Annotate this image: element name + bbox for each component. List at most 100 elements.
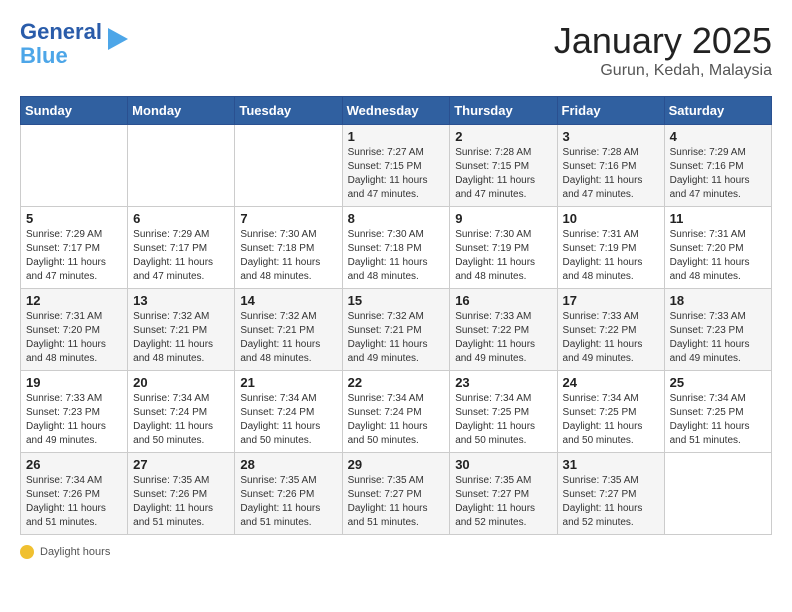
calendar-cell: 9 Sunrise: 7:30 AM Sunset: 7:19 PM Daylig… [450,207,557,289]
day-info: Sunrise: 7:29 AM Sunset: 7:16 PM Dayligh… [670,146,766,202]
calendar-cell: 1Sunrise: 7:27 AM Sunset: 7:15 PM Daylig… [342,125,450,207]
day-number: 3 [563,129,659,144]
day-number: 28 [240,457,336,472]
day-number: 18 [670,293,766,308]
day-number: 13 [133,293,229,308]
day-number: 24 [563,375,659,390]
day-number: 4 [670,129,766,144]
calendar-cell: 3 Sunrise: 7:28 AM Sunset: 7:16 PM Daylig… [557,125,664,207]
day-number: 15 [348,293,445,308]
day-number: 10 [563,211,659,226]
sun-icon [20,545,34,559]
day-info: Sunrise: 7:33 AM Sunset: 7:22 PM Dayligh… [455,310,551,366]
calendar-table: SundayMondayTuesdayWednesdayThursdayFrid… [20,96,772,535]
calendar-cell: 8 Sunrise: 7:30 AM Sunset: 7:18 PM Daylig… [342,207,450,289]
calendar-day-header: Tuesday [235,97,342,125]
calendar-header-row: SundayMondayTuesdayWednesdayThursdayFrid… [21,97,772,125]
calendar-week-row: 1Sunrise: 7:27 AM Sunset: 7:15 PM Daylig… [21,125,772,207]
day-number: 31 [563,457,659,472]
calendar-day-header: Thursday [450,97,557,125]
page-header: GeneralBlue January 2025 Gurun, Kedah, M… [20,20,772,80]
day-info: Sunrise: 7:33 AM Sunset: 7:22 PM Dayligh… [563,310,659,366]
calendar-body: 1Sunrise: 7:27 AM Sunset: 7:15 PM Daylig… [21,125,772,535]
day-info: Sunrise: 7:28 AM Sunset: 7:15 PM Dayligh… [455,146,551,202]
day-info: Sunrise: 7:32 AM Sunset: 7:21 PM Dayligh… [348,310,445,366]
day-number: 5 [26,211,122,226]
day-number: 23 [455,375,551,390]
day-info: Sunrise: 7:34 AM Sunset: 7:25 PM Dayligh… [455,392,551,448]
day-info: Sunrise: 7:28 AM Sunset: 7:16 PM Dayligh… [563,146,659,202]
calendar-cell: 30 Sunrise: 7:35 AM Sunset: 7:27 PM Dayli… [450,453,557,535]
day-info: Sunrise: 7:29 AM Sunset: 7:17 PM Dayligh… [133,228,229,284]
day-number: 22 [348,375,445,390]
day-info: Sunrise: 7:32 AM Sunset: 7:21 PM Dayligh… [240,310,336,366]
day-info: Sunrise: 7:30 AM Sunset: 7:18 PM Dayligh… [240,228,336,284]
footer: Daylight hours [20,545,772,559]
day-info: Sunrise: 7:35 AM Sunset: 7:26 PM Dayligh… [240,474,336,530]
day-info: Sunrise: 7:30 AM Sunset: 7:19 PM Dayligh… [455,228,551,284]
day-info: Sunrise: 7:30 AM Sunset: 7:18 PM Dayligh… [348,228,445,284]
day-info: Sunrise: 7:34 AM Sunset: 7:25 PM Dayligh… [563,392,659,448]
daylight-label: Daylight hours [40,546,110,558]
calendar-cell: 18 Sunrise: 7:33 AM Sunset: 7:23 PM Dayli… [664,289,771,371]
calendar-cell: 20 Sunrise: 7:34 AM Sunset: 7:24 PM Dayli… [128,371,235,453]
logo-text: GeneralBlue [20,20,102,68]
day-number: 6 [133,211,229,226]
day-number: 12 [26,293,122,308]
calendar-cell [128,125,235,207]
day-info: Sunrise: 7:33 AM Sunset: 7:23 PM Dayligh… [670,310,766,366]
calendar-cell: 15 Sunrise: 7:32 AM Sunset: 7:21 PM Dayli… [342,289,450,371]
day-number: 17 [563,293,659,308]
day-number: 21 [240,375,336,390]
calendar-day-header: Saturday [664,97,771,125]
day-number: 25 [670,375,766,390]
day-info: Sunrise: 7:33 AM Sunset: 7:23 PM Dayligh… [26,392,122,448]
calendar-cell: 11 Sunrise: 7:31 AM Sunset: 7:20 PM Dayli… [664,207,771,289]
calendar-day-header: Wednesday [342,97,450,125]
calendar-cell: 2 Sunrise: 7:28 AM Sunset: 7:15 PM Daylig… [450,125,557,207]
calendar-day-header: Monday [128,97,235,125]
day-info: Sunrise: 7:34 AM Sunset: 7:24 PM Dayligh… [133,392,229,448]
calendar-cell: 22 Sunrise: 7:34 AM Sunset: 7:24 PM Dayli… [342,371,450,453]
day-info: Sunrise: 7:35 AM Sunset: 7:27 PM Dayligh… [348,474,445,530]
calendar-day-header: Friday [557,97,664,125]
calendar-cell: 13Sunrise: 7:32 AM Sunset: 7:21 PM Dayli… [128,289,235,371]
day-info: Sunrise: 7:35 AM Sunset: 7:27 PM Dayligh… [455,474,551,530]
day-number: 26 [26,457,122,472]
calendar-cell: 23 Sunrise: 7:34 AM Sunset: 7:25 PM Dayli… [450,371,557,453]
logo: GeneralBlue [20,20,132,68]
calendar-cell: 4 Sunrise: 7:29 AM Sunset: 7:16 PM Daylig… [664,125,771,207]
calendar-week-row: 19 Sunrise: 7:33 AM Sunset: 7:23 PM Dayli… [21,371,772,453]
page-subtitle: Gurun, Kedah, Malaysia [554,62,772,80]
calendar-week-row: 5 Sunrise: 7:29 AM Sunset: 7:17 PM Daylig… [21,207,772,289]
day-info: Sunrise: 7:34 AM Sunset: 7:24 PM Dayligh… [348,392,445,448]
day-info: Sunrise: 7:31 AM Sunset: 7:20 PM Dayligh… [670,228,766,284]
day-number: 9 [455,211,551,226]
calendar-cell: 21 Sunrise: 7:34 AM Sunset: 7:24 PM Dayli… [235,371,342,453]
calendar-cell: 24 Sunrise: 7:34 AM Sunset: 7:25 PM Dayli… [557,371,664,453]
calendar-cell: 29Sunrise: 7:35 AM Sunset: 7:27 PM Dayli… [342,453,450,535]
day-info: Sunrise: 7:34 AM Sunset: 7:26 PM Dayligh… [26,474,122,530]
calendar-cell: 7Sunrise: 7:30 AM Sunset: 7:18 PM Daylig… [235,207,342,289]
calendar-week-row: 12 Sunrise: 7:31 AM Sunset: 7:20 PM Dayli… [21,289,772,371]
calendar-cell: 16Sunrise: 7:33 AM Sunset: 7:22 PM Dayli… [450,289,557,371]
day-number: 14 [240,293,336,308]
day-info: Sunrise: 7:34 AM Sunset: 7:25 PM Dayligh… [670,392,766,448]
calendar-cell: 5Sunrise: 7:29 AM Sunset: 7:17 PM Daylig… [21,207,128,289]
day-number: 11 [670,211,766,226]
calendar-cell [235,125,342,207]
calendar-cell: 14 Sunrise: 7:32 AM Sunset: 7:21 PM Dayli… [235,289,342,371]
day-number: 20 [133,375,229,390]
day-info: Sunrise: 7:31 AM Sunset: 7:20 PM Dayligh… [26,310,122,366]
calendar-cell [664,453,771,535]
day-number: 27 [133,457,229,472]
day-number: 2 [455,129,551,144]
day-number: 30 [455,457,551,472]
calendar-cell: 17 Sunrise: 7:33 AM Sunset: 7:22 PM Dayli… [557,289,664,371]
title-block: January 2025 Gurun, Kedah, Malaysia [554,20,772,80]
day-number: 8 [348,211,445,226]
day-info: Sunrise: 7:34 AM Sunset: 7:24 PM Dayligh… [240,392,336,448]
day-number: 19 [26,375,122,390]
calendar-cell: 31Sunrise: 7:35 AM Sunset: 7:27 PM Dayli… [557,453,664,535]
logo-arrow-icon [104,24,132,54]
